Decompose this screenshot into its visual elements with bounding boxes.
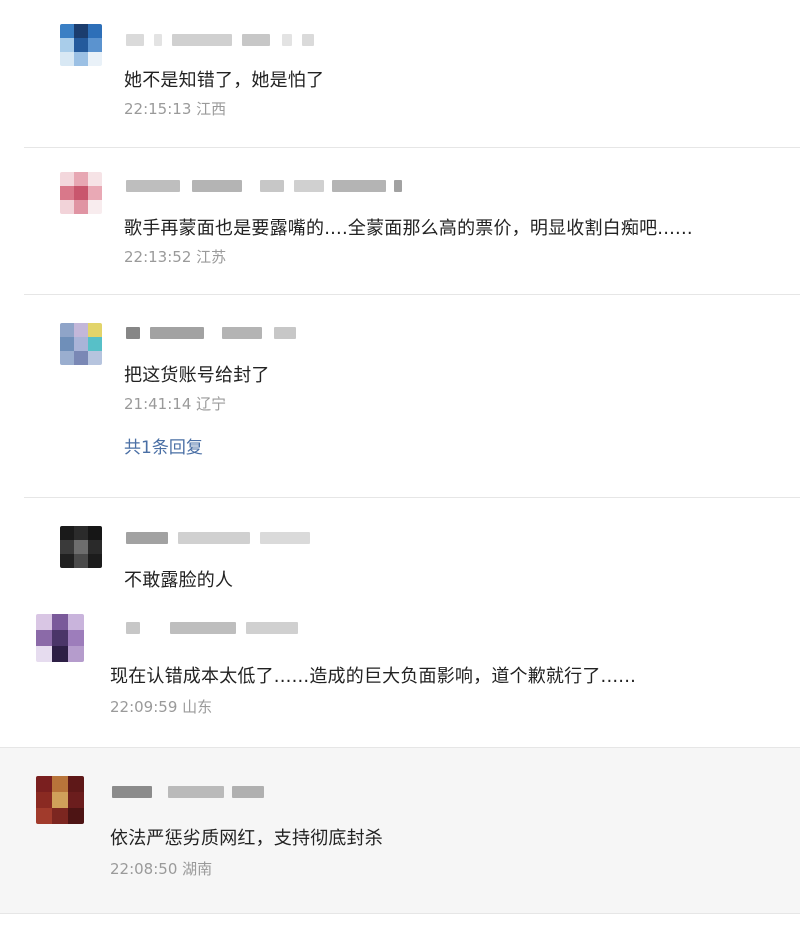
- avatar[interactable]: [60, 24, 102, 66]
- comment-meta: 22:08:50 湖南: [110, 858, 212, 879]
- comment-text: 依法严惩劣质网红，支持彻底封杀: [110, 828, 383, 849]
- comment-location: 湖南: [182, 860, 213, 878]
- comment-text: 她不是知错了，她是怕了: [124, 70, 325, 91]
- view-replies-link[interactable]: 共1条回复: [124, 433, 203, 458]
- username-blurred[interactable]: [126, 532, 316, 546]
- comment-location: 江苏: [196, 248, 227, 266]
- username-blurred[interactable]: [126, 34, 316, 48]
- avatar[interactable]: [60, 172, 102, 214]
- avatar[interactable]: [60, 323, 102, 365]
- comment-item: 她不是知错了，她是怕了 22:15:13 江西: [0, 0, 800, 148]
- comment-meta: 22:09:59 山东: [110, 696, 212, 717]
- comment-time: 22:08:50: [110, 860, 178, 878]
- comment-time: 22:09:59: [110, 698, 178, 716]
- comment-time: 21:41:14: [124, 395, 192, 413]
- comment-item: 把这货账号给封了 21:41:14 辽宁 共1条回复: [0, 295, 800, 497]
- comment-time: 22:15:13: [124, 100, 192, 118]
- username-blurred[interactable]: [126, 622, 306, 636]
- comment-item: 不敢露脸的人: [0, 498, 800, 602]
- comment-item: 歌手再蒙面也是要露嘴的....全蒙面那么高的票价，明显收割白痴吧...... 2…: [0, 148, 800, 294]
- comment-item: 现在认错成本太低了......造成的巨大负面影响，道个歉就行了...... 22…: [0, 602, 800, 748]
- comment-meta: 21:41:14 辽宁: [124, 393, 226, 414]
- username-blurred[interactable]: [126, 180, 406, 194]
- comment-text: 把这货账号给封了: [124, 365, 270, 386]
- comment-text: 现在认错成本太低了......造成的巨大负面影响，道个歉就行了......: [110, 666, 637, 687]
- avatar[interactable]: [36, 614, 84, 662]
- username-blurred[interactable]: [126, 327, 306, 341]
- username-blurred[interactable]: [112, 786, 272, 800]
- comment-meta: 22:13:52 江苏: [124, 246, 226, 267]
- comment-text: 歌手再蒙面也是要露嘴的....全蒙面那么高的票价，明显收割白痴吧......: [124, 218, 693, 239]
- comment-meta: 22:15:13 江西: [124, 98, 226, 119]
- comment-text: 不敢露脸的人: [124, 570, 234, 591]
- comment-item-highlighted: 依法严惩劣质网红，支持彻底封杀 22:08:50 湖南: [0, 748, 800, 914]
- comment-location: 山东: [182, 698, 213, 716]
- avatar[interactable]: [60, 526, 102, 568]
- avatar[interactable]: [36, 776, 84, 824]
- comment-time: 22:13:52: [124, 248, 192, 266]
- comment-location: 辽宁: [196, 395, 227, 413]
- divider: [0, 913, 800, 914]
- comment-location: 江西: [196, 100, 227, 118]
